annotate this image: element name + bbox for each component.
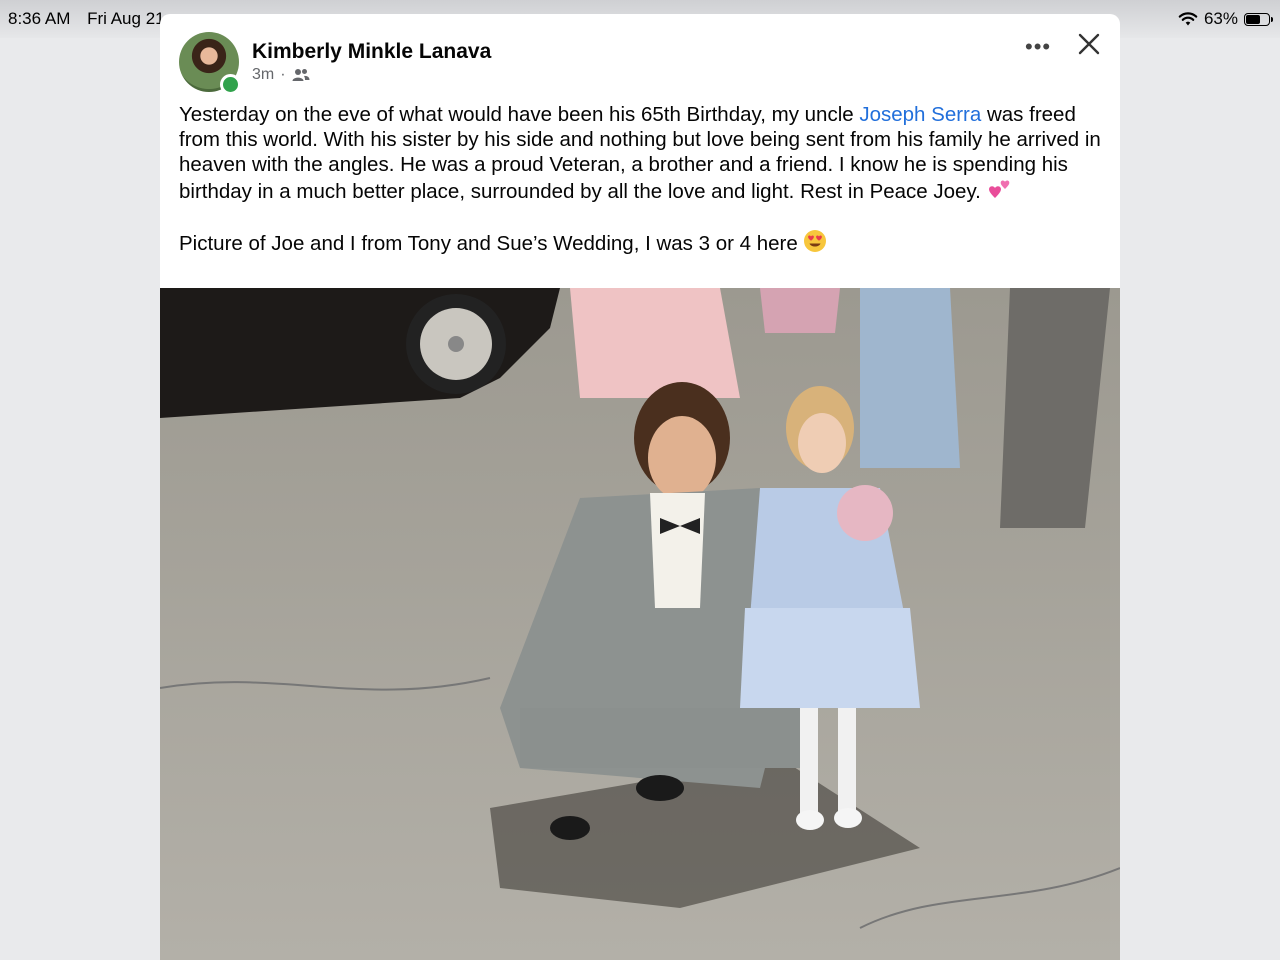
more-options-icon[interactable]: ••• [1025, 34, 1051, 60]
post-caption: Picture of Joe and I from Tony and Sue’s… [179, 229, 1109, 256]
battery-icon [1244, 12, 1273, 26]
post-text: Yesterday on the eve of what would have … [179, 102, 1109, 256]
post-message-start: Yesterday on the eve of what would have … [179, 103, 860, 126]
tagged-person-link[interactable]: Joseph Serra [859, 103, 981, 126]
wifi-icon [1178, 12, 1198, 26]
status-time-date: 8:36 AM Fri Aug 21 [8, 9, 177, 29]
post-message: Yesterday on the eve of what would have … [179, 102, 1109, 204]
post-meta: 3m · [252, 66, 310, 84]
status-time: 8:36 AM [8, 9, 71, 28]
post-time[interactable]: 3m [252, 66, 274, 84]
meta-separator: · [280, 66, 286, 83]
status-date: Fri Aug 21 [87, 9, 165, 28]
author-name[interactable]: Kimberly Minkle Lanava [252, 40, 491, 64]
status-indicators: 63% [1178, 9, 1273, 29]
two-hearts-emoji-icon [988, 180, 1009, 198]
online-status-dot [220, 74, 241, 95]
friends-icon[interactable] [292, 68, 310, 82]
post-photo-image [160, 288, 1120, 960]
battery-percent: 63% [1203, 9, 1238, 28]
post-caption-text: Picture of Joe and I from Tony and Sue’s… [179, 232, 804, 255]
close-icon[interactable] [1075, 30, 1103, 58]
post-photo[interactable] [160, 288, 1120, 960]
heart-eyes-emoji-icon [804, 230, 827, 252]
post-card: Kimberly Minkle Lanava 3m · ••• Yesterda… [160, 14, 1120, 960]
